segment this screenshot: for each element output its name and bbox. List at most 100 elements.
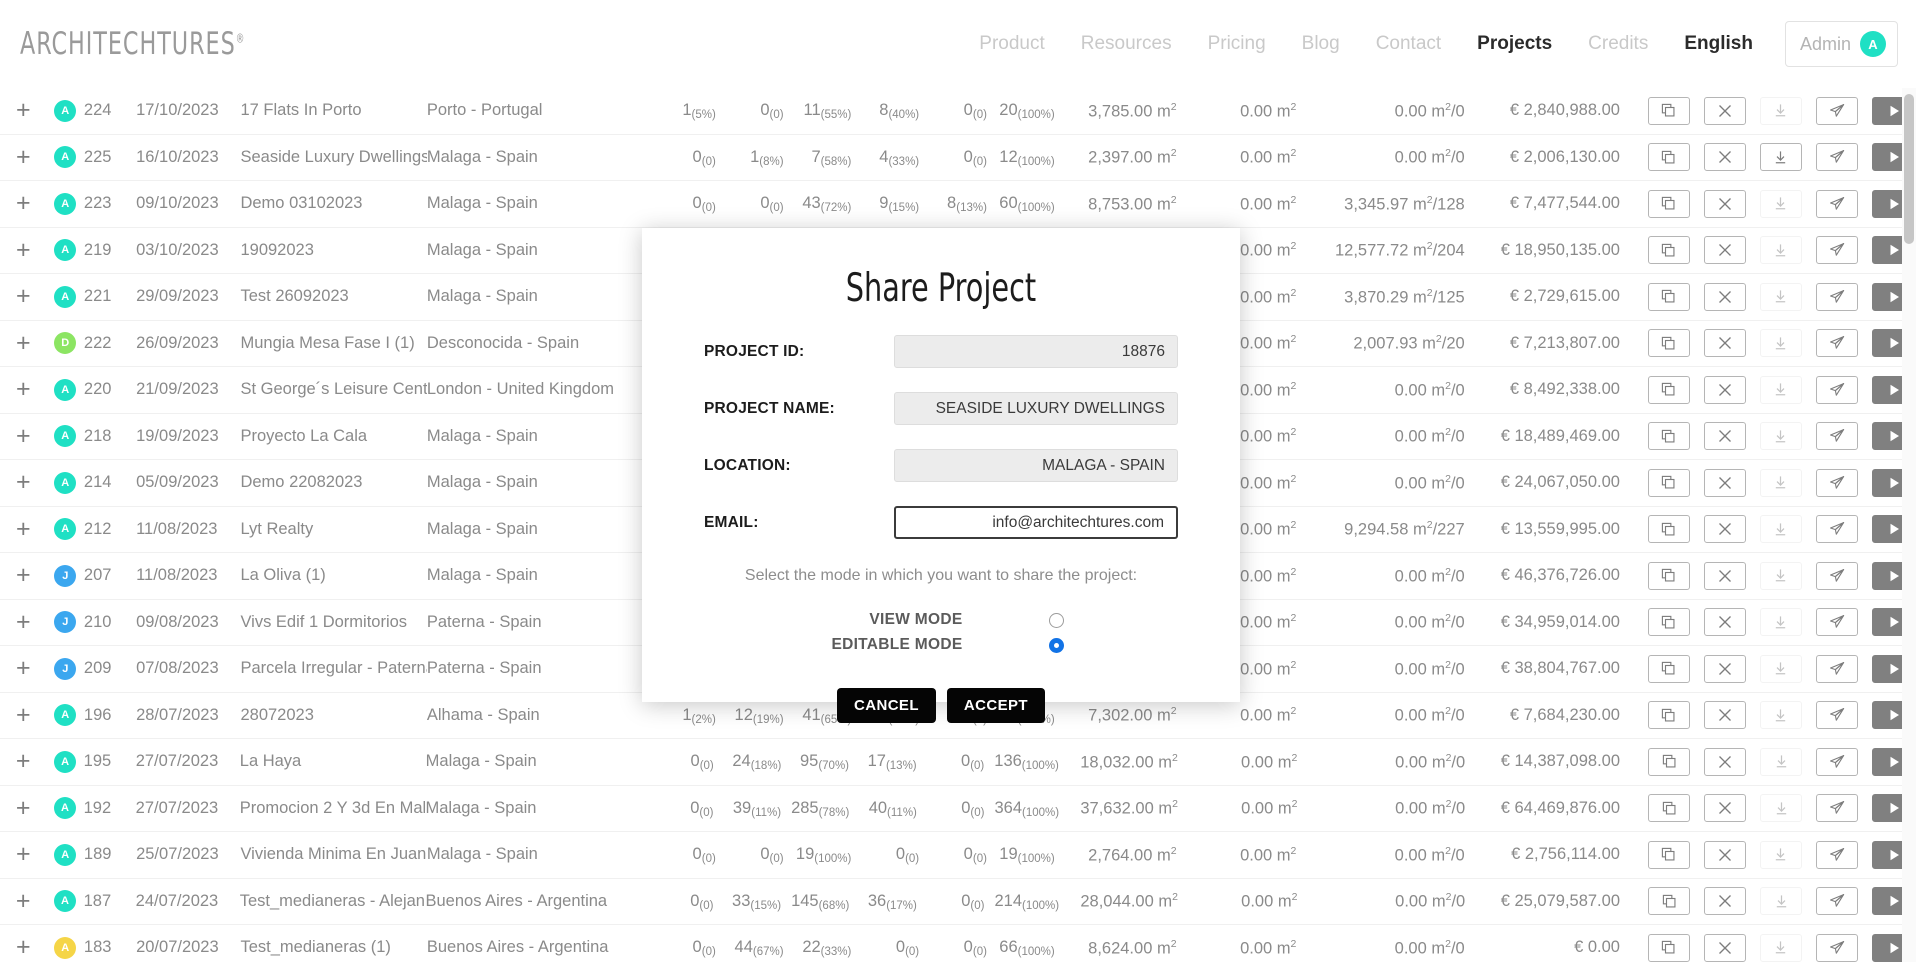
duplicate-icon[interactable] (1648, 376, 1690, 404)
expand-row-icon[interactable]: + (0, 561, 47, 590)
close-icon[interactable] (1704, 329, 1746, 357)
send-icon[interactable] (1816, 515, 1858, 543)
duplicate-icon[interactable] (1648, 422, 1690, 450)
expand-row-icon[interactable]: + (0, 515, 47, 544)
expand-row-icon[interactable]: + (0, 933, 47, 962)
table-row[interactable]: +A22417/10/202317 Flats In PortoPorto - … (0, 88, 1916, 135)
expand-row-icon[interactable]: + (0, 468, 47, 497)
cancel-button[interactable]: CANCEL (837, 688, 936, 723)
row-project-name[interactable]: Test_medianeras - Alejandro (1) (240, 892, 426, 911)
expand-row-icon[interactable]: + (0, 189, 47, 218)
nav-item-resources[interactable]: Resources (1063, 33, 1190, 55)
send-icon[interactable] (1816, 376, 1858, 404)
row-project-name[interactable]: Parcela Irregular - Paterna (240, 659, 426, 678)
send-icon[interactable] (1816, 748, 1858, 776)
radio-editable-mode[interactable] (1049, 638, 1064, 653)
nav-item-projects[interactable]: Projects (1459, 33, 1570, 55)
row-project-name[interactable]: 17 Flats In Porto (240, 101, 426, 120)
send-icon[interactable] (1816, 608, 1858, 636)
send-icon[interactable] (1816, 841, 1858, 869)
table-row[interactable]: +A19227/07/2023Promocion 2 Y 3d En Malag… (0, 786, 1916, 833)
close-icon[interactable] (1704, 515, 1746, 543)
row-project-name[interactable]: Demo 03102023 (240, 194, 426, 213)
close-icon[interactable] (1704, 655, 1746, 683)
close-icon[interactable] (1704, 283, 1746, 311)
expand-row-icon[interactable]: + (0, 422, 47, 451)
duplicate-icon[interactable] (1648, 283, 1690, 311)
send-icon[interactable] (1816, 143, 1858, 171)
duplicate-icon[interactable] (1648, 97, 1690, 125)
duplicate-icon[interactable] (1648, 469, 1690, 497)
expand-row-icon[interactable]: + (0, 236, 47, 265)
send-icon[interactable] (1816, 562, 1858, 590)
duplicate-icon[interactable] (1648, 748, 1690, 776)
send-icon[interactable] (1816, 934, 1858, 962)
row-project-name[interactable]: 28072023 (240, 706, 426, 725)
table-row[interactable]: +A18320/07/2023Test_medianeras (1)Buenos… (0, 925, 1916, 962)
duplicate-icon[interactable] (1648, 794, 1690, 822)
close-icon[interactable] (1704, 562, 1746, 590)
expand-row-icon[interactable]: + (0, 794, 46, 823)
duplicate-icon[interactable] (1648, 655, 1690, 683)
send-icon[interactable] (1816, 887, 1858, 915)
duplicate-icon[interactable] (1648, 934, 1690, 962)
row-project-name[interactable]: Demo 22082023 (240, 473, 426, 492)
mode-row-view[interactable]: VIEW MODE (704, 611, 1178, 629)
close-icon[interactable] (1704, 422, 1746, 450)
table-row[interactable]: +A18925/07/2023Vivienda Minima En Juan X… (0, 832, 1916, 879)
duplicate-icon[interactable] (1648, 236, 1690, 264)
nav-item-language[interactable]: English (1666, 33, 1771, 55)
expand-row-icon[interactable]: + (0, 329, 47, 358)
brand-logo[interactable]: ARCHITECHTURES® (20, 26, 245, 62)
send-icon[interactable] (1816, 236, 1858, 264)
radio-view-mode[interactable] (1049, 613, 1064, 628)
duplicate-icon[interactable] (1648, 841, 1690, 869)
expand-row-icon[interactable]: + (0, 887, 46, 916)
project-name-input[interactable]: SEASIDE LUXURY DWELLINGS (894, 392, 1178, 425)
table-row[interactable]: +A19527/07/2023La HayaMalaga - Spain0(0)… (0, 739, 1916, 786)
location-input[interactable]: MALAGA - SPAIN (894, 449, 1178, 482)
row-project-name[interactable]: 19092023 (240, 241, 426, 260)
duplicate-icon[interactable] (1648, 190, 1690, 218)
row-project-name[interactable]: La Oliva (1) (240, 566, 426, 585)
duplicate-icon[interactable] (1648, 887, 1690, 915)
duplicate-icon[interactable] (1648, 701, 1690, 729)
table-row[interactable]: +A18724/07/2023Test_medianeras - Alejand… (0, 879, 1916, 926)
expand-row-icon[interactable]: + (0, 96, 47, 125)
nav-item-contact[interactable]: Contact (1358, 33, 1459, 55)
close-icon[interactable] (1704, 190, 1746, 218)
duplicate-icon[interactable] (1648, 329, 1690, 357)
expand-row-icon[interactable]: + (0, 840, 47, 869)
close-icon[interactable] (1704, 97, 1746, 125)
row-project-name[interactable]: Seaside Luxury Dwellings (240, 148, 426, 167)
send-icon[interactable] (1816, 794, 1858, 822)
nav-item-product[interactable]: Product (961, 33, 1062, 55)
duplicate-icon[interactable] (1648, 143, 1690, 171)
nav-item-blog[interactable]: Blog (1284, 33, 1358, 55)
row-project-name[interactable]: Test_medianeras (1) (240, 938, 426, 957)
close-icon[interactable] (1704, 236, 1746, 264)
send-icon[interactable] (1816, 469, 1858, 497)
close-icon[interactable] (1704, 469, 1746, 497)
close-icon[interactable] (1704, 701, 1746, 729)
expand-row-icon[interactable]: + (0, 143, 47, 172)
close-icon[interactable] (1704, 143, 1746, 171)
table-row[interactable]: +A22309/10/2023Demo 03102023Malaga - Spa… (0, 181, 1916, 228)
email-input[interactable]: info@architechtures.com (894, 506, 1178, 539)
row-project-name[interactable]: Promocion 2 Y 3d En Malaga (240, 799, 426, 818)
nav-item-credits[interactable]: Credits (1570, 33, 1666, 55)
scrollbar-thumb[interactable] (1904, 94, 1914, 244)
row-project-name[interactable]: St George´s Leisure Center (240, 380, 426, 399)
send-icon[interactable] (1816, 283, 1858, 311)
expand-row-icon[interactable]: + (0, 701, 47, 730)
expand-row-icon[interactable]: + (0, 747, 46, 776)
expand-row-icon[interactable]: + (0, 375, 47, 404)
duplicate-icon[interactable] (1648, 515, 1690, 543)
expand-row-icon[interactable]: + (0, 282, 47, 311)
table-row[interactable]: +A22516/10/2023Seaside Luxury DwellingsM… (0, 135, 1916, 182)
row-project-name[interactable]: Vivs Edif 1 Dormitorios (240, 613, 426, 632)
mode-row-editable[interactable]: EDITABLE MODE (704, 636, 1178, 654)
duplicate-icon[interactable] (1648, 562, 1690, 590)
send-icon[interactable] (1816, 190, 1858, 218)
row-project-name[interactable]: Proyecto La Cala (240, 427, 426, 446)
